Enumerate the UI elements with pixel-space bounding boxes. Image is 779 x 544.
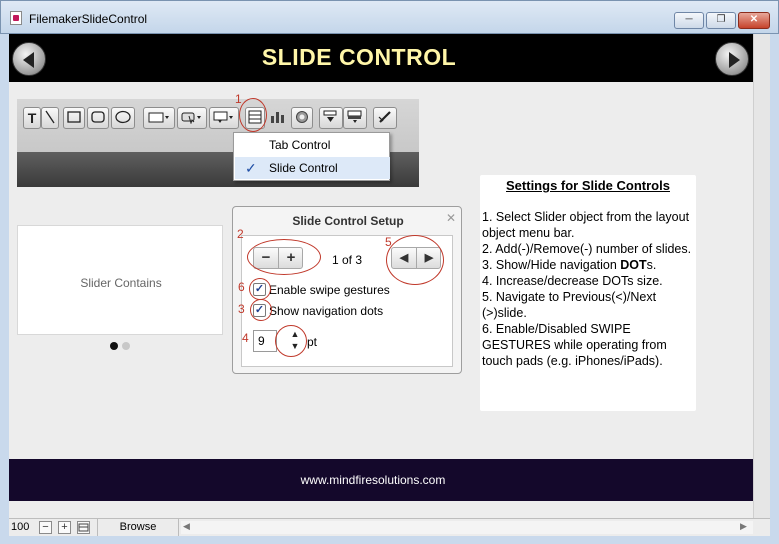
- annotation-circle: [249, 278, 271, 300]
- portal-tool-icon[interactable]: [319, 107, 343, 129]
- window-title: FilemakerSlideControl: [29, 12, 148, 26]
- field-control-icon[interactable]: [343, 107, 367, 129]
- dot-size-input[interactable]: 9: [253, 330, 277, 352]
- vertical-scrollbar[interactable]: [753, 34, 770, 518]
- menu-item-label: Tab Control: [269, 138, 331, 152]
- zoom-level[interactable]: 100: [11, 521, 29, 533]
- annotation-number: 2: [237, 227, 244, 241]
- format-painter-icon[interactable]: [373, 107, 397, 129]
- settings-step: 6. Enable/Disabled SWIPE GESTURES while …: [482, 322, 667, 368]
- tab-slide-control-menu: Tab Control ✓ Slide Control: [233, 132, 390, 181]
- settings-step: 4. Increase/decrease DOTs size.: [482, 274, 663, 288]
- annotation-circle: [386, 235, 444, 285]
- annotation-number: 6: [238, 280, 245, 294]
- web-viewer-icon[interactable]: [291, 107, 313, 129]
- menu-item-tab-control[interactable]: Tab Control: [235, 134, 390, 156]
- footer-bar: www.mindfiresolutions.com: [9, 459, 753, 501]
- settings-step: 5. Navigate to Previous(<)/Next (>)slide…: [482, 290, 657, 320]
- button-tool-icon[interactable]: [177, 107, 207, 129]
- settings-step: 1. Select Slider object from the layout …: [482, 210, 690, 240]
- page-title: SLIDE CONTROL: [261, 44, 457, 70]
- annotation-number: 4: [242, 331, 249, 345]
- annotation-circle: [247, 239, 321, 275]
- dialog-close-icon[interactable]: ✕: [446, 211, 456, 225]
- annotation-number: 3: [238, 302, 245, 316]
- toggle-status-toolbar-icon[interactable]: [77, 521, 90, 534]
- field-tool-icon[interactable]: [143, 107, 175, 129]
- settings-step: 2. Add(-)/Remove(-) number of slides.: [482, 242, 692, 256]
- menu-item-label: Slide Control: [269, 161, 338, 175]
- menu-item-slide-control[interactable]: ✓ Slide Control: [235, 157, 390, 179]
- slide-control-preview[interactable]: Slider Contains: [17, 225, 223, 335]
- show-dots-label: Show navigation dots: [269, 304, 384, 318]
- rounded-rectangle-tool-icon[interactable]: [87, 107, 109, 129]
- annotation-circle: [239, 98, 267, 132]
- window-title-bar[interactable]: FilemakerSlideControl ─ ❐ ✕: [0, 0, 779, 34]
- settings-title: Settings for Slide Controls: [506, 178, 670, 193]
- popover-tool-icon[interactable]: [209, 107, 239, 129]
- zoom-in-icon[interactable]: +: [58, 521, 71, 534]
- navigation-dot[interactable]: [122, 342, 130, 350]
- settings-instructions: 1. Select Slider object from the layout …: [482, 209, 694, 369]
- header-bar: SLIDE CONTROL: [9, 34, 753, 82]
- annotation-circle: [250, 299, 272, 321]
- filemaker-app-icon: [10, 11, 22, 25]
- next-arrow-circle-icon[interactable]: [715, 42, 749, 76]
- settings-step: 3. Show/Hide navigation DOTs.: [482, 258, 657, 272]
- text-tool-icon[interactable]: T: [23, 107, 41, 129]
- annotation-circle: [275, 325, 307, 357]
- dialog-title: Slide Control Setup: [292, 214, 404, 228]
- slide-count: 1 of 3: [332, 253, 363, 267]
- horizontal-scrollbar[interactable]: ◀ ▶: [181, 521, 753, 534]
- footer-url[interactable]: www.mindfiresolutions.com: [9, 473, 737, 487]
- enable-swipe-label: Enable swipe gestures: [269, 283, 390, 297]
- line-tool-icon[interactable]: [41, 107, 59, 129]
- oval-tool-icon[interactable]: [111, 107, 135, 129]
- slider-label: Slider Contains: [80, 276, 162, 290]
- minimize-button[interactable]: ─: [674, 12, 704, 29]
- dot-size-unit: pt: [307, 335, 318, 349]
- close-button[interactable]: ✕: [738, 12, 770, 29]
- rectangle-tool-icon[interactable]: [63, 107, 85, 129]
- navigation-dot-active[interactable]: [110, 342, 118, 350]
- scroll-right-icon[interactable]: ▶: [740, 521, 747, 532]
- status-bar: 100 − + Browse ◀ ▶: [9, 518, 770, 536]
- annotation-number: 1: [235, 92, 242, 106]
- settings-panel: Settings for Slide Controls 1. Select Sl…: [480, 175, 696, 411]
- maximize-button[interactable]: ❐: [706, 12, 736, 29]
- zoom-out-icon[interactable]: −: [39, 521, 52, 534]
- scroll-left-icon[interactable]: ◀: [183, 521, 190, 532]
- layout-content: SLIDE CONTROL T Tab Control ✓ Slide Cont…: [9, 34, 753, 518]
- chart-tool-icon[interactable]: [267, 107, 289, 129]
- checkmark-icon: ✓: [245, 160, 257, 176]
- mode-selector[interactable]: Browse: [97, 519, 179, 536]
